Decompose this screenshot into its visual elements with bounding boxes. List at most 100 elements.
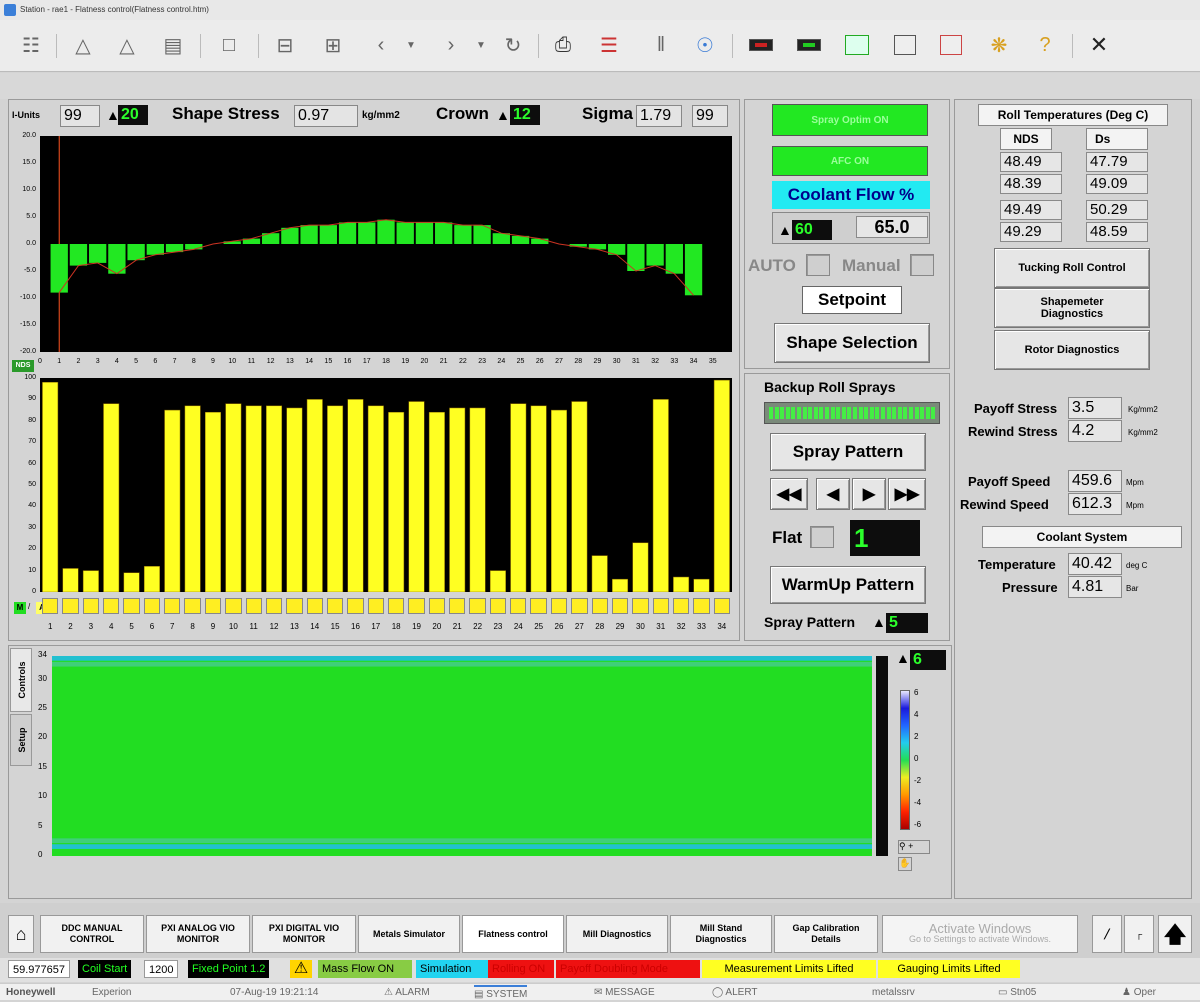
warning-triangle-outline-icon[interactable]: △ [114, 32, 140, 58]
zone-mode-button[interactable] [693, 598, 710, 614]
spray-pattern-spinner-icon[interactable]: ▲ [872, 612, 886, 632]
nav-button[interactable]: Gap Calibration Details [774, 915, 878, 953]
spray-optim-indicator[interactable]: Spray Optim ON [772, 104, 928, 136]
rewind-fast-icon[interactable]: ◀◀ [770, 478, 808, 510]
nav-button[interactable]: PXI DIGITAL VIO MONITOR [252, 915, 356, 953]
hierarchy-icon[interactable]: ☷ [18, 32, 44, 58]
nav-window-icon[interactable]: ┌ [1124, 915, 1154, 953]
warning-triangle-icon[interactable]: △ [70, 32, 96, 58]
alert-tab[interactable]: ◯ ALERT [712, 985, 757, 1000]
message-tab[interactable]: ✉ MESSAGE [594, 985, 655, 1000]
group-display-icon[interactable] [892, 32, 918, 58]
scroll-down-icon[interactable]: ⊟ [272, 32, 298, 58]
zone-mode-button[interactable] [530, 598, 547, 614]
coolant-setpoint[interactable]: 60 [792, 220, 832, 240]
home-icon[interactable]: ⌂ [8, 915, 34, 953]
zone-mode-button[interactable] [632, 598, 649, 614]
shape-selection-button[interactable]: Shape Selection [774, 323, 930, 363]
forward-fast-icon[interactable]: ▶▶ [888, 478, 926, 510]
zone-mode-button[interactable] [672, 598, 690, 614]
shapemeter-diagnostics-button[interactable]: Shapemeter Diagnostics [994, 288, 1150, 328]
legend-m[interactable]: M [14, 602, 26, 614]
zone-mode-button[interactable] [652, 598, 669, 614]
zone-mode-button[interactable] [428, 598, 446, 614]
forward-dropdown-icon[interactable]: ▼ [468, 32, 494, 58]
tab-setup[interactable]: Setup [10, 714, 32, 766]
zone-mode-button[interactable] [245, 598, 262, 614]
close-icon[interactable]: ✕ [1086, 32, 1112, 58]
square-icon[interactable]: □ [216, 32, 242, 58]
zone-mode-button[interactable] [225, 598, 242, 614]
print-icon[interactable]: ⎙ [550, 32, 576, 58]
nav-button[interactable]: Flatness control [462, 915, 564, 953]
zone-mode-button[interactable] [306, 598, 323, 614]
columns-icon[interactable]: ‖ [648, 32, 674, 58]
zone-mode-button[interactable] [82, 598, 100, 614]
zone-mode-button[interactable] [326, 598, 344, 614]
step-forward-icon[interactable]: ▶ [852, 478, 886, 510]
heatmap-spin-value[interactable]: 6 [910, 650, 946, 670]
scroll-up-icon[interactable]: ⊞ [320, 32, 346, 58]
coolant-spinner-icon[interactable]: ▲ [778, 220, 792, 240]
warmup-pattern-button[interactable]: WarmUp Pattern [770, 566, 926, 604]
alarm-tab[interactable]: ⚠ ALARM [384, 985, 430, 1000]
zone-mode-button[interactable] [184, 598, 201, 614]
zone-mode-button[interactable] [265, 598, 283, 614]
detail-display-icon[interactable] [938, 32, 964, 58]
zone-mode-button[interactable] [591, 598, 608, 614]
nav-button[interactable]: Mill Stand Diagnostics [670, 915, 772, 953]
zone-mode-button[interactable] [449, 598, 466, 614]
back-dropdown-icon[interactable]: ▼ [398, 32, 424, 58]
zone-mode-button[interactable] [510, 598, 527, 614]
help-icon[interactable]: ? [1032, 32, 1058, 58]
pan-icon[interactable]: ✋ [898, 857, 912, 871]
network-icon[interactable]: ☉ [692, 32, 718, 58]
setpoint-button[interactable]: Setpoint [802, 286, 902, 314]
trend-icon[interactable] [844, 32, 870, 58]
nav-button[interactable]: DDC MANUAL CONTROL [40, 915, 144, 953]
zone-mode-button[interactable] [347, 598, 364, 614]
zone-mode-button[interactable] [62, 598, 79, 614]
up-arrow-icon[interactable]: 🡅 [1158, 915, 1192, 953]
monitor-red-icon[interactable] [748, 32, 774, 58]
nav-button[interactable]: Metals Simulator [358, 915, 460, 953]
i-units-setpoint[interactable]: 20 [118, 105, 148, 125]
spray-pattern-value[interactable]: 5 [886, 613, 928, 633]
zone-mode-button[interactable] [367, 598, 384, 614]
zone-mode-button[interactable] [388, 598, 405, 614]
zone-mode-button[interactable] [164, 598, 181, 614]
afc-indicator[interactable]: AFC ON [772, 146, 928, 176]
zone-mode-button[interactable] [286, 598, 303, 614]
window-icon[interactable]: ▤ [160, 32, 186, 58]
flat-checkbox[interactable] [810, 526, 834, 548]
zone-mode-button[interactable] [123, 598, 140, 614]
crown-setpoint[interactable]: 12 [510, 105, 540, 125]
zone-mode-button[interactable] [408, 598, 425, 614]
zone-mode-button[interactable] [204, 598, 222, 614]
zone-mode-button[interactable] [713, 598, 730, 614]
zone-mode-button[interactable] [143, 598, 161, 614]
step-back-icon[interactable]: ◀ [816, 478, 850, 510]
rotor-diagnostics-button[interactable]: Rotor Diagnostics [994, 330, 1150, 370]
crown-spinner-icon[interactable]: ▲ [496, 105, 510, 125]
spray-pattern-button[interactable]: Spray Pattern [770, 433, 926, 471]
zone-mode-button[interactable] [611, 598, 629, 614]
manual-checkbox[interactable] [910, 254, 934, 276]
refresh-icon[interactable]: ↻ [500, 32, 526, 58]
heatmap-spinner-icon[interactable]: ▲ [896, 648, 910, 668]
zone-mode-button[interactable] [103, 598, 120, 614]
zone-mode-button[interactable] [571, 598, 588, 614]
zoom-icon[interactable]: ⚲ + [898, 840, 930, 854]
list-icon[interactable]: ☰ [596, 32, 622, 58]
nav-button[interactable]: PXI ANALOG VIO MONITOR [146, 915, 250, 953]
monitor-green-icon[interactable] [796, 32, 822, 58]
nav-minimize-icon[interactable]: ╱ [1092, 915, 1122, 953]
auto-checkbox[interactable] [806, 254, 830, 276]
settings-icon[interactable]: ❋ [986, 32, 1012, 58]
zone-mode-button[interactable] [469, 598, 486, 614]
zone-mode-button[interactable] [42, 598, 59, 614]
nav-button[interactable]: Mill Diagnostics [566, 915, 668, 953]
system-tab[interactable]: ▤ SYSTEM [474, 985, 528, 1002]
forward-icon[interactable]: › [438, 32, 464, 58]
zone-mode-button[interactable] [550, 598, 568, 614]
